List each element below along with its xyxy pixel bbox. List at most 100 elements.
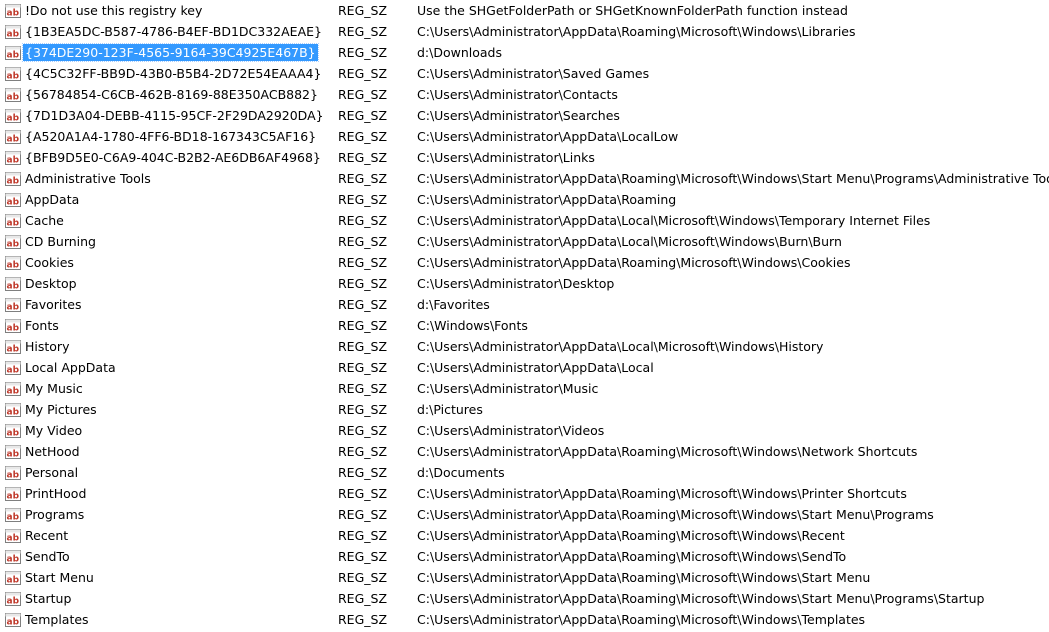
value-name-cell[interactable]: ab !Do not use this registry key (5, 0, 204, 21)
value-name-cell[interactable]: ab {1B3EA5DC-B587-4786-B4EF-BD1DC332AEAE… (5, 21, 324, 42)
registry-value-row[interactable]: ab My Pictures REG_SZ d:\Pictures (0, 399, 1049, 420)
registry-value-row[interactable]: ab Cache REG_SZ C:\Users\Administrator\A… (0, 210, 1049, 231)
string-value-ab-icon: ab (5, 381, 21, 396)
value-name-cell[interactable]: ab {374DE290-123F-4565-9164-39C4925E467B… (5, 42, 319, 63)
value-name: !Do not use this registry key (25, 3, 203, 18)
value-name-cell[interactable]: ab Personal (5, 462, 80, 483)
value-name: Recent (25, 528, 69, 543)
value-name-cell[interactable]: ab Favorites (5, 294, 83, 315)
registry-value-row[interactable]: ab Personal REG_SZ d:\Documents (0, 462, 1049, 483)
value-name-cell[interactable]: ab Local AppData (5, 357, 118, 378)
value-name-cell[interactable]: ab {4C5C32FF-BB9D-43B0-B5B4-2D72E54EAAA4… (5, 63, 323, 84)
registry-value-row[interactable]: ab My Music REG_SZ C:\Users\Administrato… (0, 378, 1049, 399)
registry-value-row[interactable]: ab Cookies REG_SZ C:\Users\Administrator… (0, 252, 1049, 273)
registry-value-row[interactable]: ab Recent REG_SZ C:\Users\Administrator\… (0, 525, 1049, 546)
value-type: REG_SZ (338, 360, 388, 375)
registry-value-row[interactable]: ab {56784854-C6CB-462B-8169-88E350ACB882… (0, 84, 1049, 105)
value-data: C:\Users\Administrator\AppData\Roaming\M… (417, 612, 866, 627)
value-type: REG_SZ (338, 318, 388, 333)
value-name-cell[interactable]: ab My Music (5, 378, 85, 399)
registry-value-row[interactable]: ab Templates REG_SZ C:\Users\Administrat… (0, 609, 1049, 630)
value-name: {56784854-C6CB-462B-8169-88E350ACB882} (25, 87, 318, 102)
value-name: Start Menu (25, 570, 94, 585)
value-name-cell[interactable]: ab SendTo (5, 546, 72, 567)
value-name: Cache (25, 213, 64, 228)
registry-value-row[interactable]: ab {7D1D3A04-DEBB-4115-95CF-2F29DA2920DA… (0, 105, 1049, 126)
registry-value-row[interactable]: ab {374DE290-123F-4565-9164-39C4925E467B… (0, 42, 1049, 63)
string-value-ab-icon: ab (5, 87, 21, 102)
value-type: REG_SZ (338, 612, 388, 627)
registry-value-row[interactable]: ab History REG_SZ C:\Users\Administrator… (0, 336, 1049, 357)
registry-value-row[interactable]: ab Start Menu REG_SZ C:\Users\Administra… (0, 567, 1049, 588)
string-value-ab-icon: ab (5, 45, 21, 60)
value-name-cell[interactable]: ab {A520A1A4-1780-4FF6-BD18-167343C5AF16… (5, 126, 318, 147)
value-name: Cookies (25, 255, 74, 270)
registry-value-row[interactable]: ab {BFB9D5E0-C6A9-404C-B2B2-AE6DB6AF4968… (0, 147, 1049, 168)
value-name-cell[interactable]: ab Programs (5, 504, 86, 525)
value-name-cell[interactable]: ab My Video (5, 420, 84, 441)
svg-text:ab: ab (7, 260, 20, 270)
value-name-cell[interactable]: ab Cookies (5, 252, 76, 273)
string-value-ab-icon: ab (5, 171, 21, 186)
value-data: C:\Users\Administrator\Searches (417, 108, 620, 123)
registry-value-row[interactable]: ab {A520A1A4-1780-4FF6-BD18-167343C5AF16… (0, 126, 1049, 147)
svg-text:ab: ab (7, 281, 20, 291)
registry-value-row[interactable]: ab Desktop REG_SZ C:\Users\Administrator… (0, 273, 1049, 294)
value-type: REG_SZ (338, 486, 388, 501)
value-name-cell[interactable]: ab Start Menu (5, 567, 96, 588)
value-name-cell[interactable]: ab {56784854-C6CB-462B-8169-88E350ACB882… (5, 84, 320, 105)
value-type: REG_SZ (338, 339, 388, 354)
value-name: CD Burning (25, 234, 96, 249)
value-type: REG_SZ (338, 3, 388, 18)
value-name-cell[interactable]: ab My Pictures (5, 399, 99, 420)
value-name-cell[interactable]: ab NetHood (5, 441, 82, 462)
value-type: REG_SZ (338, 192, 388, 207)
svg-text:ab: ab (7, 554, 20, 564)
registry-value-row[interactable]: ab {4C5C32FF-BB9D-43B0-B5B4-2D72E54EAAA4… (0, 63, 1049, 84)
value-name-cell[interactable]: ab {7D1D3A04-DEBB-4115-95CF-2F29DA2920DA… (5, 105, 326, 126)
registry-value-row[interactable]: ab SendTo REG_SZ C:\Users\Administrator\… (0, 546, 1049, 567)
registry-value-row[interactable]: ab CD Burning REG_SZ C:\Users\Administra… (0, 231, 1049, 252)
value-name-cell[interactable]: ab Fonts (5, 315, 61, 336)
registry-value-row[interactable]: ab NetHood REG_SZ C:\Users\Administrator… (0, 441, 1049, 462)
value-name-cell[interactable]: ab Startup (5, 588, 73, 609)
value-name-cell[interactable]: ab CD Burning (5, 231, 98, 252)
value-type: REG_SZ (338, 171, 388, 186)
svg-text:ab: ab (7, 386, 20, 396)
value-name-cell[interactable]: ab {BFB9D5E0-C6A9-404C-B2B2-AE6DB6AF4968… (5, 147, 323, 168)
value-name: My Pictures (25, 402, 97, 417)
string-value-ab-icon: ab (5, 255, 21, 270)
value-name: SendTo (25, 549, 70, 564)
registry-value-row[interactable]: ab Fonts REG_SZ C:\Windows\Fonts (0, 315, 1049, 336)
value-name: {4C5C32FF-BB9D-43B0-B5B4-2D72E54EAAA4} (25, 66, 322, 81)
registry-value-row[interactable]: ab Favorites REG_SZ d:\Favorites (0, 294, 1049, 315)
string-value-ab-icon: ab (5, 318, 21, 333)
value-name-cell[interactable]: ab Administrative Tools (5, 168, 153, 189)
registry-value-row[interactable]: ab PrintHood REG_SZ C:\Users\Administrat… (0, 483, 1049, 504)
string-value-ab-icon: ab (5, 423, 21, 438)
string-value-ab-icon: ab (5, 276, 21, 291)
registry-value-row[interactable]: ab Local AppData REG_SZ C:\Users\Adminis… (0, 357, 1049, 378)
svg-text:ab: ab (7, 134, 20, 144)
value-type: REG_SZ (338, 129, 388, 144)
value-name-cell[interactable]: ab History (5, 336, 71, 357)
value-name-cell[interactable]: ab Templates (5, 609, 91, 630)
string-value-ab-icon: ab (5, 507, 21, 522)
registry-value-row[interactable]: ab Administrative Tools REG_SZ C:\Users\… (0, 168, 1049, 189)
registry-value-row[interactable]: ab {1B3EA5DC-B587-4786-B4EF-BD1DC332AEAE… (0, 21, 1049, 42)
value-name: {374DE290-123F-4565-9164-39C4925E467B} (22, 43, 319, 62)
value-name-cell[interactable]: ab PrintHood (5, 483, 88, 504)
string-value-ab-icon: ab (5, 360, 21, 375)
registry-value-row[interactable]: ab My Video REG_SZ C:\Users\Administrato… (0, 420, 1049, 441)
registry-value-row[interactable]: ab AppData REG_SZ C:\Users\Administrator… (0, 189, 1049, 210)
value-name-cell[interactable]: ab Recent (5, 525, 70, 546)
registry-value-row[interactable]: ab !Do not use this registry key REG_SZ … (0, 0, 1049, 21)
registry-value-row[interactable]: ab Startup REG_SZ C:\Users\Administrator… (0, 588, 1049, 609)
value-type: REG_SZ (338, 108, 388, 123)
value-name-cell[interactable]: ab Cache (5, 210, 66, 231)
registry-value-row[interactable]: ab Programs REG_SZ C:\Users\Administrato… (0, 504, 1049, 525)
value-type: REG_SZ (338, 465, 388, 480)
value-name-cell[interactable]: ab AppData (5, 189, 81, 210)
svg-text:ab: ab (7, 92, 20, 102)
value-name-cell[interactable]: ab Desktop (5, 273, 79, 294)
